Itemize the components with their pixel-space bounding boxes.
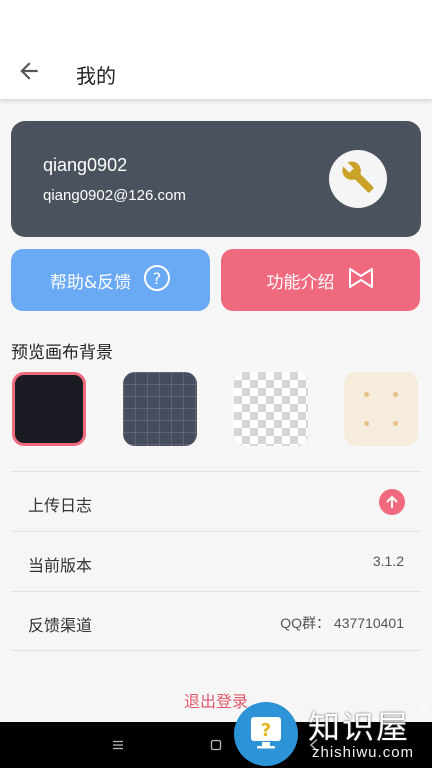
feedback-channel-label: 反馈渠道: [28, 616, 93, 635]
background-option-cream-dots[interactable]: [344, 372, 418, 446]
svg-text:?: ?: [153, 269, 162, 288]
feedback-channel-row[interactable]: 反馈渠道 QQ群： 437710401: [11, 591, 421, 651]
menu-icon[interactable]: [98, 722, 138, 768]
svg-text:?: ?: [261, 720, 271, 741]
watermark-domain: zhishiwu.com: [312, 744, 415, 761]
background-option-grid[interactable]: [123, 372, 197, 446]
watermark: ? 知识屋 ® zhishiwu.com: [232, 700, 432, 768]
watermark-registered: ®: [418, 704, 430, 718]
status-bar: [0, 0, 432, 44]
page-title: 我的: [76, 64, 116, 88]
feedback-channel-value: QQ群： 437710401: [280, 615, 404, 631]
background-option-dark[interactable]: [12, 372, 86, 446]
watermark-logo: ?: [234, 702, 298, 766]
dot: [364, 392, 369, 397]
app-bar: 我的: [0, 44, 432, 100]
background-option-transparent[interactable]: [234, 372, 308, 446]
wrench-icon: [341, 160, 375, 198]
canvas-background-title: 预览画布背景: [11, 343, 113, 363]
monitor-question-icon: ?: [245, 711, 287, 757]
bowtie-icon: [347, 266, 375, 295]
feature-intro-button[interactable]: 功能介绍: [221, 249, 420, 311]
dot: [393, 421, 398, 426]
question-circle-icon: ?: [143, 264, 171, 297]
username: qiang0902: [43, 155, 128, 175]
dot: [364, 421, 369, 426]
current-version-label: 当前版本: [28, 556, 93, 575]
back-button[interactable]: [12, 56, 46, 90]
home-square-icon[interactable]: [196, 722, 236, 768]
current-version-value: 3.1.2: [372, 553, 404, 569]
upload-arrow-icon[interactable]: [379, 489, 405, 515]
upload-log-label: 上传日志: [28, 496, 93, 515]
upload-log-row[interactable]: 上传日志: [11, 471, 421, 531]
feature-intro-label: 功能介绍: [266, 272, 335, 293]
help-feedback-button[interactable]: 帮助&反馈 ?: [11, 249, 210, 311]
watermark-brand: 知识屋: [308, 708, 411, 746]
divider: [11, 650, 421, 651]
help-feedback-label: 帮助&反馈: [49, 272, 132, 293]
account-settings-button[interactable]: [329, 150, 387, 208]
account-email: qiang0902@126.com: [43, 187, 186, 204]
dot: [393, 392, 398, 397]
current-version-row: 当前版本 3.1.2: [11, 531, 421, 591]
arrow-left-icon: [16, 58, 42, 88]
account-card[interactable]: qiang0902 qiang0902@126.com: [11, 121, 421, 237]
